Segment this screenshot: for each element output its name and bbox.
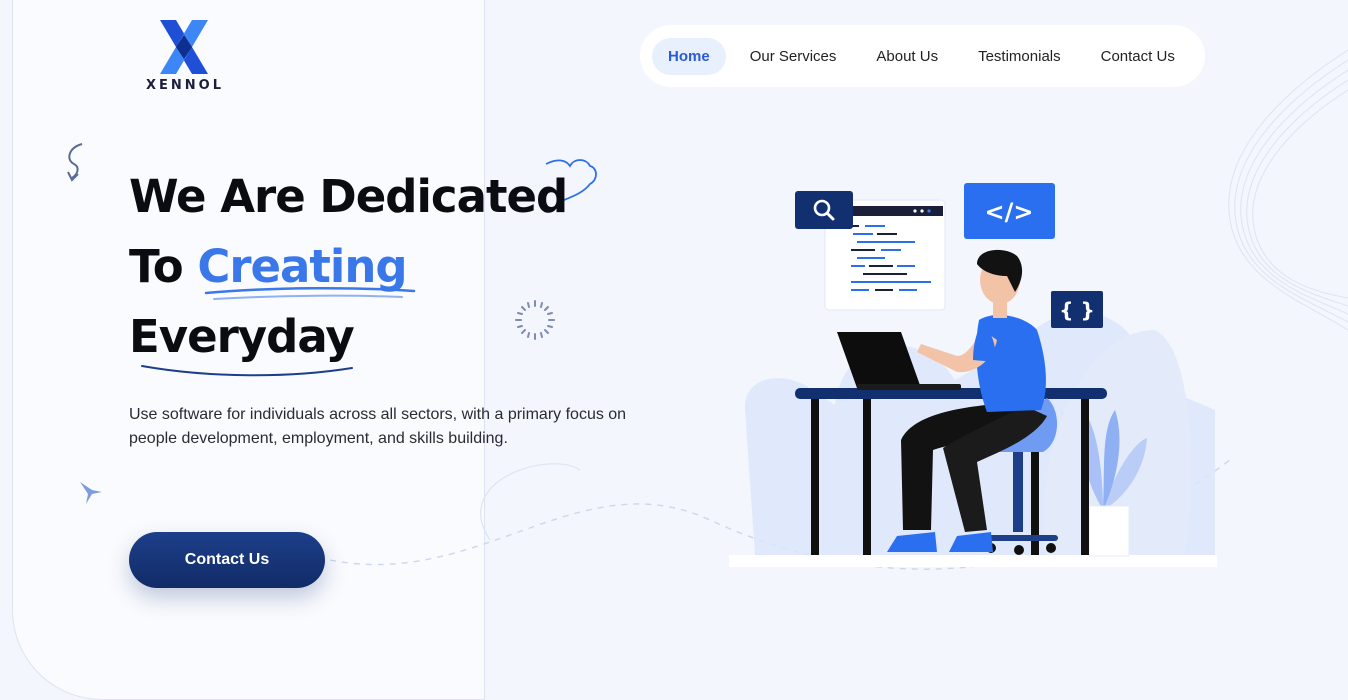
hero-title-line1: We Are Dedicated (129, 170, 568, 223)
nav-about-us[interactable]: About Us (860, 38, 954, 75)
nav-home[interactable]: Home (652, 37, 726, 75)
developer-illustration: </> { } (729, 183, 1217, 567)
hero-title-line2-prefix: To (129, 240, 198, 293)
code-tag-text: </> (985, 198, 1034, 226)
search-icon (795, 191, 853, 229)
curly-arrow-icon (67, 143, 83, 182)
main-navigation: Home Our Services About Us Testimonials … (640, 25, 1205, 87)
nav-contact-us[interactable]: Contact Us (1085, 38, 1191, 75)
hero-title-line3: Everyday (129, 310, 355, 363)
contact-us-button[interactable]: Contact Us (129, 532, 325, 588)
star-icon (80, 482, 102, 504)
nav-testimonials[interactable]: Testimonials (962, 38, 1077, 75)
wave-lines-decoration (1228, 49, 1348, 331)
hero-heading: We Are Dedicated To Creating Everyday (129, 162, 568, 372)
braces-icon: { } (1051, 291, 1103, 328)
xennol-logo-icon (160, 20, 208, 74)
brand-logo[interactable]: XENNOL (146, 18, 224, 93)
hero-description: Use software for individuals across all … (129, 406, 627, 447)
accent-underline (204, 286, 416, 300)
code-icon: </> (964, 183, 1055, 239)
nav-our-services[interactable]: Our Services (734, 38, 853, 75)
everyday-underline (141, 365, 353, 377)
braces-tag-text: { } (1059, 298, 1094, 322)
brand-name: XENNOL (146, 78, 224, 93)
